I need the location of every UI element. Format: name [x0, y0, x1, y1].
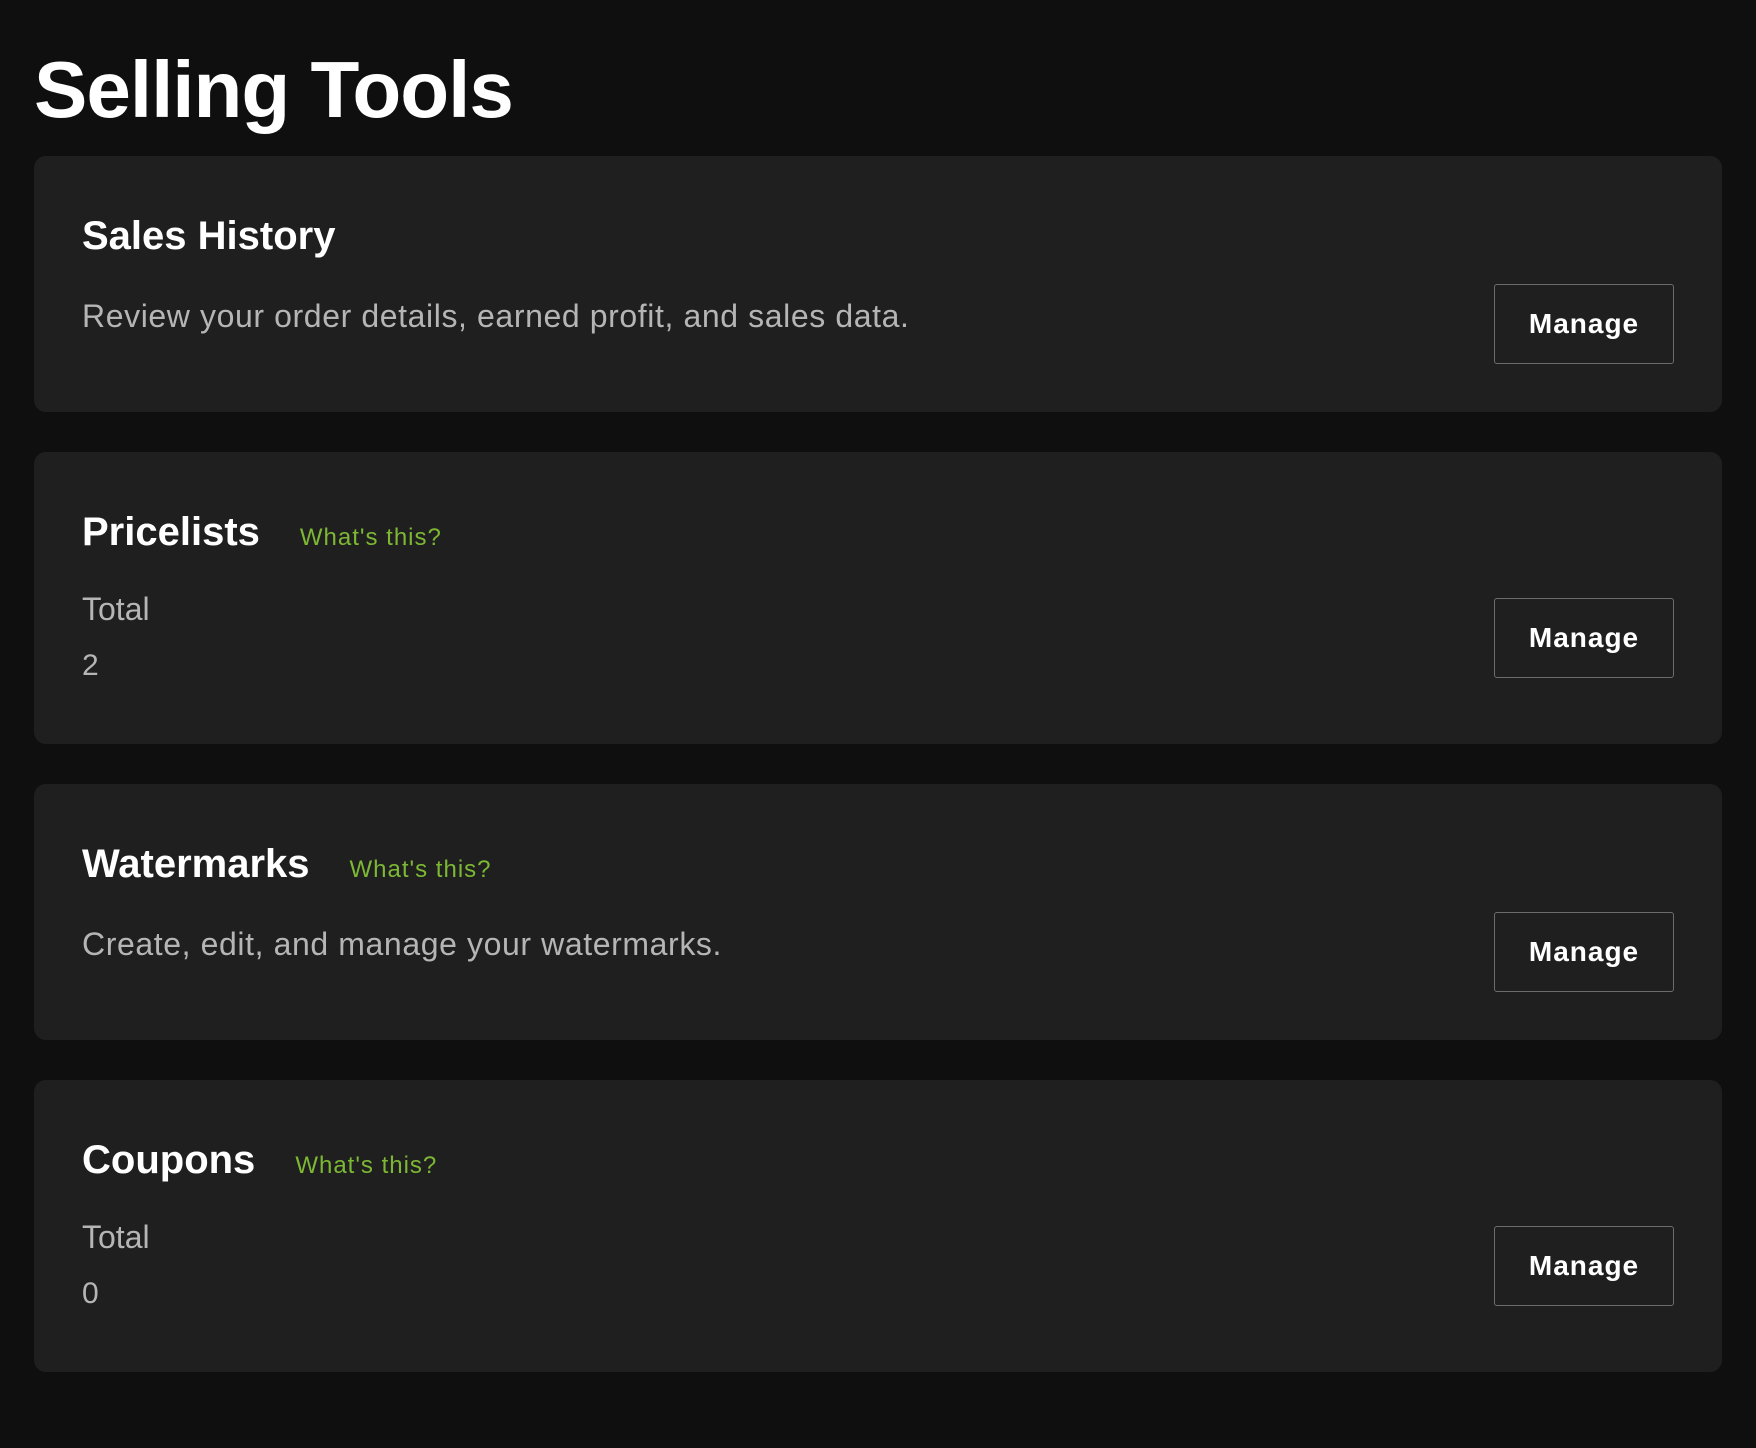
coupons-card: Coupons What's this? Total 0 Manage — [34, 1080, 1722, 1372]
watermarks-header: Watermarks What's this? — [82, 784, 1674, 888]
sales-history-manage-button[interactable]: Manage — [1494, 284, 1674, 364]
pricelists-manage-button[interactable]: Manage — [1494, 598, 1674, 678]
pricelists-total-value: 2 — [82, 649, 99, 682]
coupons-title: Coupons — [82, 1138, 256, 1182]
sales-history-description: Review your order details, earned profit… — [82, 298, 910, 334]
sales-history-header: Sales History — [82, 156, 1674, 260]
pricelists-whats-this-link[interactable]: What's this? — [300, 524, 442, 552]
coupons-manage-button[interactable]: Manage — [1494, 1226, 1674, 1306]
selling-tools-page: Selling Tools Sales History Review your … — [0, 0, 1756, 1448]
watermarks-manage-button[interactable]: Manage — [1494, 912, 1674, 992]
coupons-header: Coupons What's this? — [82, 1080, 1674, 1184]
watermarks-card: Watermarks What's this? Create, edit, an… — [34, 784, 1722, 1040]
sales-history-card: Sales History Review your order details,… — [34, 156, 1722, 412]
coupons-total-label: Total — [82, 1219, 150, 1255]
watermarks-title: Watermarks — [82, 842, 310, 886]
pricelists-card: Pricelists What's this? Total 2 Manage — [34, 452, 1722, 744]
pricelists-total-label: Total — [82, 591, 150, 627]
sales-history-title: Sales History — [82, 214, 336, 258]
watermarks-whats-this-link[interactable]: What's this? — [350, 856, 492, 884]
watermarks-description: Create, edit, and manage your watermarks… — [82, 926, 723, 962]
pricelists-title: Pricelists — [82, 510, 260, 554]
coupons-whats-this-link[interactable]: What's this? — [295, 1152, 437, 1180]
pricelists-header: Pricelists What's this? — [82, 452, 1674, 556]
page-title: Selling Tools — [34, 45, 514, 134]
coupons-total-value: 0 — [82, 1277, 99, 1310]
